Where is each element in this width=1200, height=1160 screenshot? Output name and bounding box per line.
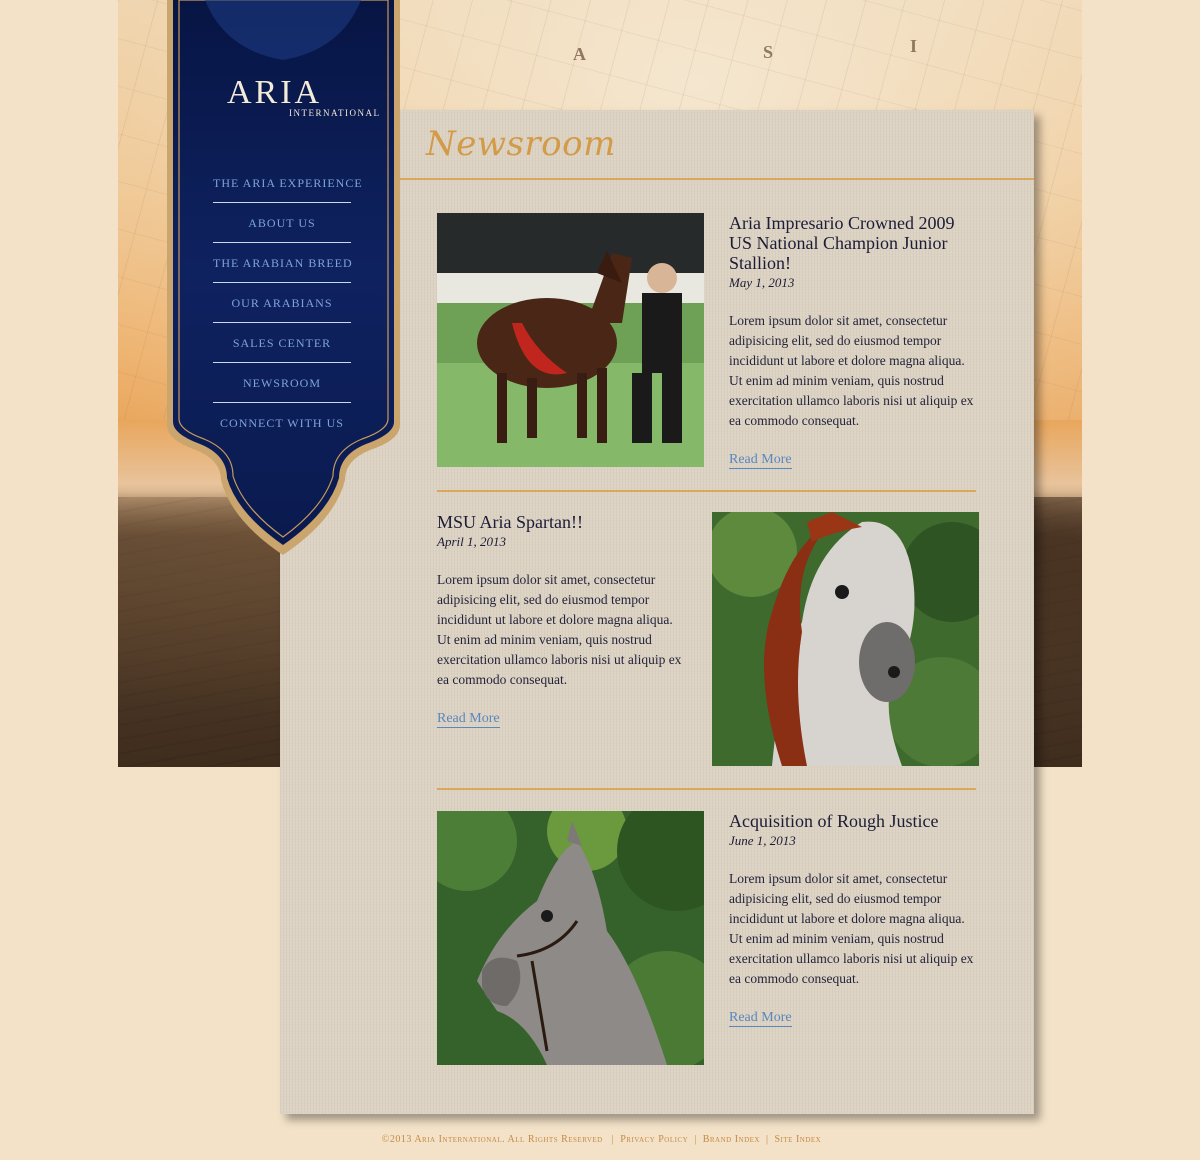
nav-item-arabian-breed[interactable]: THE ARABIAN BREED <box>213 243 352 283</box>
footer-separator: | <box>765 1134 769 1145</box>
read-more-link[interactable]: Read More <box>729 1009 792 1027</box>
dappled-horse-photo <box>437 811 704 1065</box>
article-date: May 1, 2013 <box>729 275 795 290</box>
nav-item-aria-experience[interactable]: THE ARIA EXPERIENCE <box>213 163 362 203</box>
map-label: A <box>573 44 589 64</box>
article-divider <box>437 490 976 492</box>
map-label: S <box>763 42 777 62</box>
footer-separator: | <box>611 1134 615 1145</box>
article-date: April 1, 2013 <box>437 534 506 549</box>
page-title: Newsroom <box>426 124 616 164</box>
horse-show-photo <box>437 213 704 467</box>
footer: ©2013 Aria International. All Rights Res… <box>0 1134 1200 1145</box>
article-headline[interactable]: Acquisition of Rough Justice <box>729 811 979 831</box>
article-text: MSU Aria Spartan!! April 1, 2013 Lorem i… <box>437 512 687 728</box>
nav-item-newsroom[interactable]: NEWSROOM <box>213 363 351 403</box>
nav-list: THE ARIA EXPERIENCE ABOUT US THE ARABIAN… <box>213 163 362 442</box>
article-date: June 1, 2013 <box>729 833 796 848</box>
map-label: I <box>910 36 921 56</box>
footer-link-brand-index[interactable]: Brand Index <box>703 1134 760 1145</box>
footer-separator: | <box>694 1134 697 1145</box>
article-text: Acquisition of Rough Justice June 1, 201… <box>729 811 979 1027</box>
footer-copyright: ©2013 Aria International. All Rights Res… <box>381 1134 603 1145</box>
read-more-link[interactable]: Read More <box>729 451 792 469</box>
article-headline[interactable]: MSU Aria Spartan!! <box>437 512 687 532</box>
nav-item-sales-center[interactable]: SALES CENTER <box>213 323 351 363</box>
article-text: Aria Impresario Crowned 2009 US National… <box>729 213 979 469</box>
nav-item-connect[interactable]: CONNECT WITH US <box>213 403 351 442</box>
grey-horse-photo <box>712 512 979 766</box>
article-image-grey-horse[interactable] <box>712 512 979 766</box>
article-summary: Lorem ipsum dolor sit amet, consectetur … <box>729 871 974 986</box>
logo-subtitle: INTERNATIONAL <box>289 108 381 118</box>
article-summary: Lorem ipsum dolor sit amet, consectetur … <box>437 572 682 687</box>
read-more-link[interactable]: Read More <box>437 710 500 728</box>
article-divider <box>437 788 976 790</box>
article-image-dappled-horse[interactable] <box>437 811 704 1065</box>
article-summary: Lorem ipsum dolor sit amet, consectetur … <box>729 313 974 428</box>
aria-logo[interactable]: ARIA INTERNATIONAL <box>191 74 381 134</box>
article-image-horse-show[interactable] <box>437 213 704 467</box>
article-headline[interactable]: Aria Impresario Crowned 2009 US National… <box>729 213 979 273</box>
footer-link-privacy[interactable]: Privacy Policy <box>620 1134 688 1145</box>
footer-link-site-index[interactable]: Site Index <box>775 1134 822 1145</box>
nav-item-about-us[interactable]: ABOUT US <box>213 203 351 243</box>
page-header: Newsroom <box>398 110 1034 180</box>
logo-wordmark: ARIA <box>227 74 323 111</box>
main-navigation: ARIA INTERNATIONAL THE ARIA EXPERIENCE A… <box>165 0 402 565</box>
nav-item-our-arabians[interactable]: OUR ARABIANS <box>213 283 351 323</box>
